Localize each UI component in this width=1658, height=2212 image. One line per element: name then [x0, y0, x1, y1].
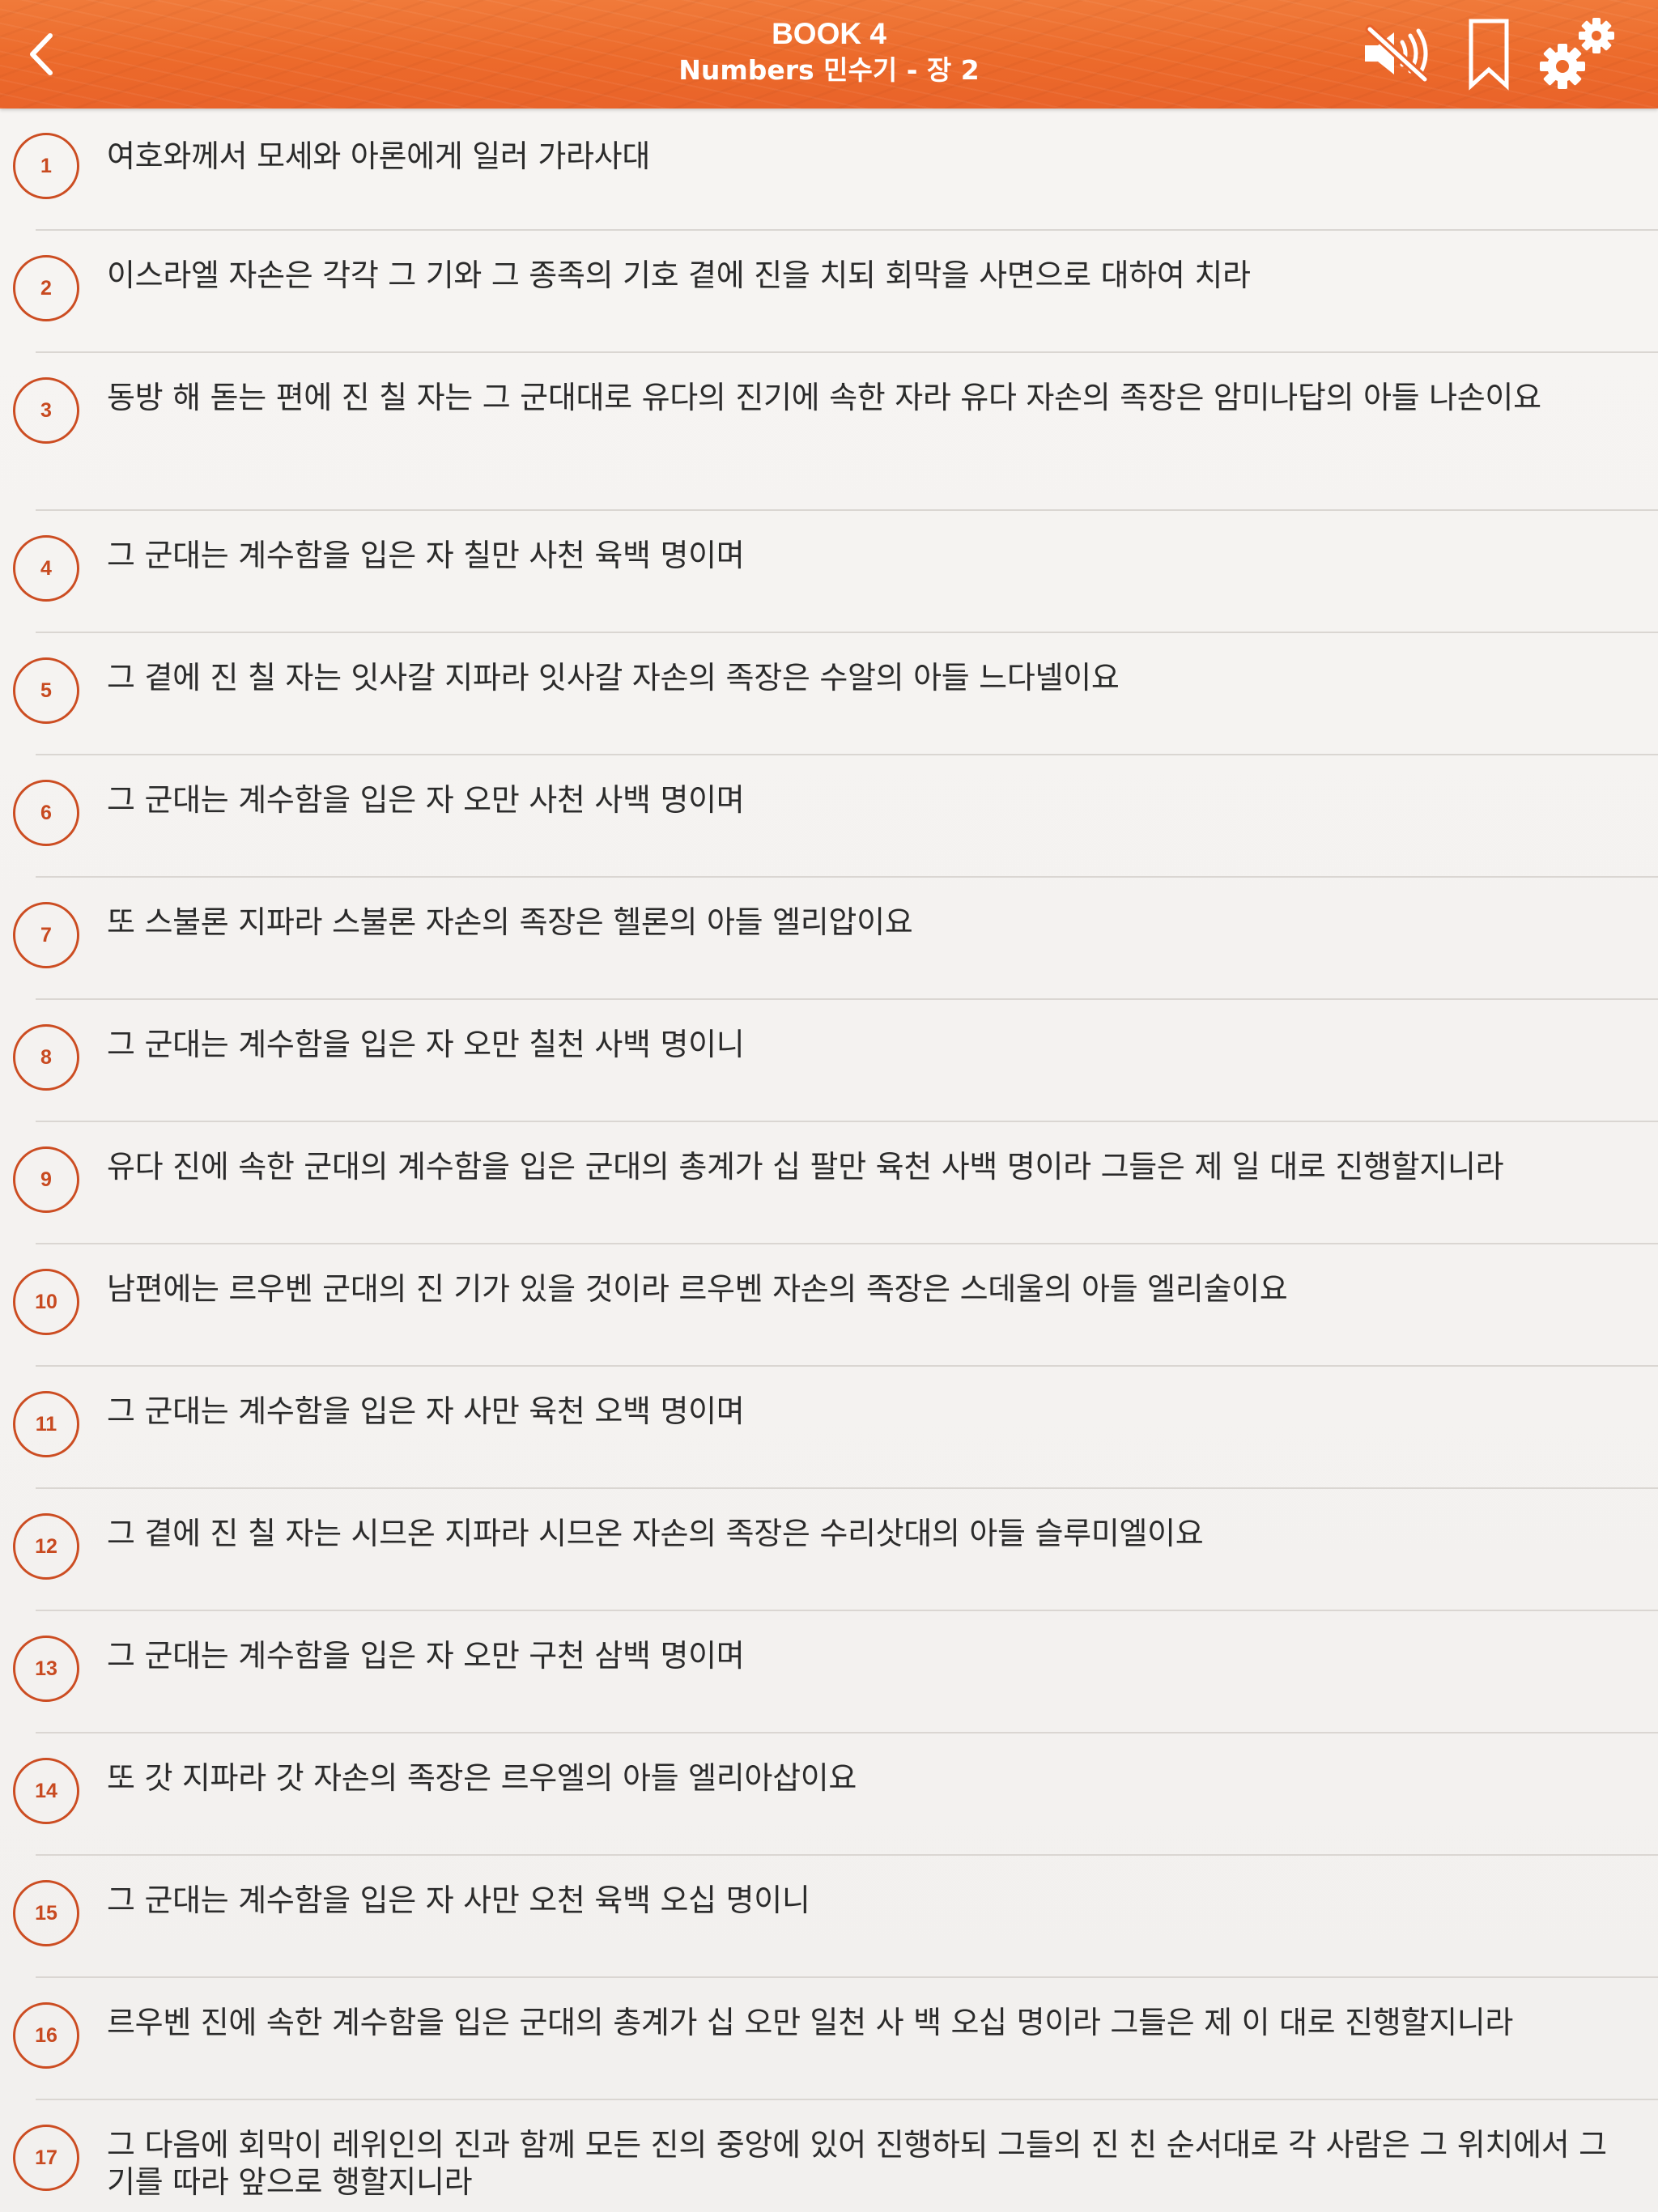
gears-icon [1540, 18, 1614, 89]
verse-row[interactable]: 12 그 곁에 진 칠 자는 시므온 지파라 시므온 자손의 족장은 수리삿대의… [0, 1489, 1658, 1611]
verse-text: 르우벤 진에 속한 계수함을 입은 군대의 총계가 십 오만 일천 사 백 오십… [107, 2005, 1514, 2040]
verse-row[interactable]: 8 그 군대는 계수함을 입은 자 오만 칠천 사백 명이니 [0, 1000, 1658, 1122]
verse-text: 그 군대는 계수함을 입은 자 오만 사천 사백 명이며 [107, 782, 745, 818]
verse-number-badge[interactable]: 6 [13, 780, 79, 846]
verse-number-badge[interactable]: 4 [13, 535, 79, 602]
verse-row[interactable]: 4 그 군대는 계수함을 입은 자 칠만 사천 육백 명이며 [0, 511, 1658, 633]
verse-number-badge[interactable]: 14 [13, 1758, 79, 1824]
verse-number-badge[interactable]: 17 [13, 2125, 79, 2191]
verse-row[interactable]: 7 또 스불론 지파라 스불론 자손의 족장은 헬론의 아들 엘리압이요 [0, 878, 1658, 1000]
verse-number-badge[interactable]: 16 [13, 2002, 79, 2069]
verse-row[interactable]: 16 르우벤 진에 속한 계수함을 입은 군대의 총계가 십 오만 일천 사 백… [0, 1978, 1658, 2100]
verse-row[interactable]: 1 여호와께서 모세와 아론에게 일러 가라사대 [0, 108, 1658, 231]
verse-number-badge[interactable]: 1 [13, 133, 79, 199]
verse-text: 유다 진에 속한 군대의 계수함을 입은 군대의 총계가 십 팔만 육천 사백 … [107, 1149, 1504, 1185]
verse-text: 그 곁에 진 칠 자는 시므온 지파라 시므온 자손의 족장은 수리삿대의 아들… [107, 1516, 1204, 1551]
settings-button[interactable] [1538, 16, 1619, 91]
verse-number-badge[interactable]: 3 [13, 377, 79, 444]
verse-number-badge[interactable]: 13 [13, 1636, 79, 1702]
verse-number-badge[interactable]: 2 [13, 255, 79, 321]
verse-row[interactable]: 11 그 군대는 계수함을 입은 자 사만 육천 오백 명이며 [0, 1367, 1658, 1489]
verse-number-badge[interactable]: 8 [13, 1024, 79, 1091]
verse-text: 그 군대는 계수함을 입은 자 사만 육천 오백 명이며 [107, 1393, 745, 1429]
verse-text: 그 곁에 진 칠 자는 잇사갈 지파라 잇사갈 자손의 족장은 수알의 아들 느… [107, 660, 1120, 696]
verse-row[interactable]: 5 그 곁에 진 칠 자는 잇사갈 지파라 잇사갈 자손의 족장은 수알의 아들… [0, 633, 1658, 755]
verse-text: 또 갓 지파라 갓 자손의 족장은 르우엘의 아들 엘리아삽이요 [107, 1760, 857, 1796]
verse-row[interactable]: 6 그 군대는 계수함을 입은 자 오만 사천 사백 명이며 [0, 755, 1658, 878]
verse-text: 여호와께서 모세와 아론에게 일러 가라사대 [107, 138, 650, 174]
verse-row[interactable]: 15 그 군대는 계수함을 입은 자 사만 오천 육백 오십 명이니 [0, 1856, 1658, 1978]
mute-button[interactable] [1360, 24, 1433, 84]
speaker-muted-icon [1365, 24, 1430, 84]
verse-row[interactable]: 14 또 갓 지파라 갓 자손의 족장은 르우엘의 아들 엘리아삽이요 [0, 1733, 1658, 1856]
verse-text: 그 다음에 회막이 레위인의 진과 함께 모든 진의 중앙에 있어 진행하되 그… [107, 2127, 1607, 2200]
verse-list[interactable]: 1 여호와께서 모세와 아론에게 일러 가라사대 2 이스라엘 자손은 각각 그… [0, 108, 1658, 2212]
verse-number-badge[interactable]: 5 [13, 657, 79, 724]
verse-text: 남편에는 르우벤 군대의 진 기가 있을 것이라 르우벤 자손의 족장은 스데울… [107, 1271, 1288, 1307]
verse-text: 그 군대는 계수함을 입은 자 사만 오천 육백 오십 명이니 [107, 1882, 810, 1918]
verse-number-badge[interactable]: 12 [13, 1513, 79, 1580]
verse-number-badge[interactable]: 10 [13, 1269, 79, 1335]
verse-row[interactable]: 3 동방 해 돋는 편에 진 칠 자는 그 군대대로 유다의 진기에 속한 자라… [0, 353, 1658, 511]
verse-text: 그 군대는 계수함을 입은 자 오만 구천 삼백 명이며 [107, 1638, 745, 1674]
verse-text: 동방 해 돋는 편에 진 칠 자는 그 군대대로 유다의 진기에 속한 자라 유… [107, 380, 1541, 415]
verse-text: 이스라엘 자손은 각각 그 기와 그 종족의 기호 곁에 진을 치되 회막을 사… [107, 257, 1251, 293]
verse-number-badge[interactable]: 9 [13, 1146, 79, 1213]
verse-text: 그 군대는 계수함을 입은 자 칠만 사천 육백 명이며 [107, 538, 745, 573]
verse-number-badge[interactable]: 15 [13, 1880, 79, 1946]
verse-text: 또 스불론 지파라 스불론 자손의 족장은 헬론의 아들 엘리압이요 [107, 904, 913, 940]
verse-row[interactable]: 9 유다 진에 속한 군대의 계수함을 입은 군대의 총계가 십 팔만 육천 사… [0, 1122, 1658, 1244]
verse-row[interactable]: 2 이스라엘 자손은 각각 그 기와 그 종족의 기호 곁에 진을 치되 회막을… [0, 231, 1658, 353]
bookmark-icon [1469, 19, 1509, 91]
verse-row[interactable]: 13 그 군대는 계수함을 입은 자 오만 구천 삼백 명이며 [0, 1611, 1658, 1733]
verse-text: 그 군대는 계수함을 입은 자 오만 칠천 사백 명이니 [107, 1027, 745, 1062]
verse-row[interactable]: 10 남편에는 르우벤 군대의 진 기가 있을 것이라 르우벤 자손의 족장은 … [0, 1244, 1658, 1367]
verse-number-badge[interactable]: 11 [13, 1391, 79, 1457]
verse-row[interactable]: 17 그 다음에 회막이 레위인의 진과 함께 모든 진의 중앙에 있어 진행하… [0, 2100, 1658, 2212]
bookmark-button[interactable] [1467, 18, 1511, 91]
verse-number-badge[interactable]: 7 [13, 902, 79, 968]
top-bar: BOOK 4 Numbers 민수기 - 장 2 [0, 0, 1658, 108]
